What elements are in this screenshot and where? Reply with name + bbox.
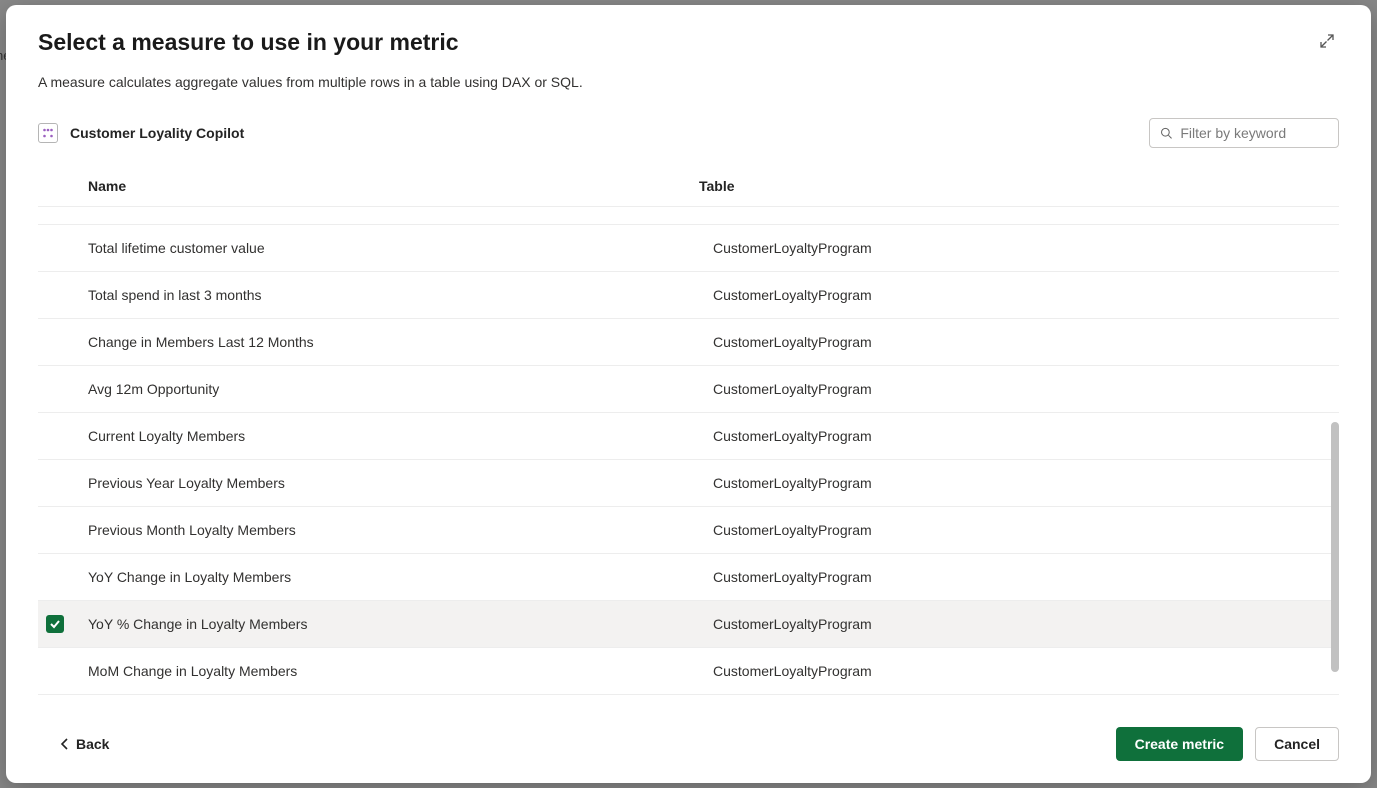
table-row[interactable]: Total lifetime customer valueCustomerLoy… <box>38 225 1339 272</box>
table-row[interactable] <box>38 207 1339 225</box>
dialog-subtitle: A measure calculates aggregate values fr… <box>6 56 1371 90</box>
table-row[interactable]: YoY Change in Loyalty MembersCustomerLoy… <box>38 554 1339 601</box>
measure-table: CustomerLoyaltyProgram <box>699 428 1339 444</box>
measure-name: MoM Change in Loyalty Members <box>88 663 699 679</box>
search-box[interactable] <box>1149 118 1339 148</box>
table-row[interactable]: Previous Year Loyalty MembersCustomerLoy… <box>38 460 1339 507</box>
table-row[interactable]: Current Loyalty MembersCustomerLoyaltyPr… <box>38 413 1339 460</box>
measure-name: Previous Month Loyalty Members <box>88 522 699 538</box>
measure-name: YoY Change in Loyalty Members <box>88 569 699 585</box>
measures-table: Name Table Total lifetime customer value… <box>38 168 1339 713</box>
scrollbar-thumb[interactable] <box>1331 422 1339 672</box>
model-chip: Customer Loyality Copilot <box>38 123 244 143</box>
semantic-model-icon <box>38 123 58 143</box>
dialog-title: Select a measure to use in your metric <box>38 29 459 56</box>
measure-table: CustomerLoyaltyProgram <box>699 616 1339 632</box>
table-row[interactable]: Previous Month Loyalty MembersCustomerLo… <box>38 507 1339 554</box>
measure-name: YoY % Change in Loyalty Members <box>88 616 699 632</box>
measure-table: CustomerLoyaltyProgram <box>699 569 1339 585</box>
toolbar: Customer Loyality Copilot <box>6 90 1371 148</box>
select-measure-dialog: Select a measure to use in your metric A… <box>6 5 1371 783</box>
measure-name: Previous Year Loyalty Members <box>88 475 699 491</box>
measure-name: Change in Members Last 12 Months <box>88 334 699 350</box>
dialog-footer: Back Create metric Cancel <box>6 713 1371 767</box>
table-body[interactable]: Total lifetime customer valueCustomerLoy… <box>38 207 1339 713</box>
back-button[interactable]: Back <box>38 730 113 758</box>
measure-name: Current Loyalty Members <box>88 428 699 444</box>
cancel-button[interactable]: Cancel <box>1255 727 1339 761</box>
measure-table: CustomerLoyaltyProgram <box>699 522 1339 538</box>
table-row[interactable]: Change in Members Last 12 MonthsCustomer… <box>38 319 1339 366</box>
table-row[interactable]: YoY % Change in Loyalty MembersCustomerL… <box>38 601 1339 648</box>
model-name: Customer Loyality Copilot <box>70 125 244 141</box>
table-header: Name Table <box>38 168 1339 207</box>
dialog-header: Select a measure to use in your metric <box>6 29 1371 56</box>
search-icon <box>1160 126 1172 140</box>
table-row[interactable]: MoM Change in Loyalty MembersCustomerLoy… <box>38 648 1339 695</box>
measure-table: CustomerLoyaltyProgram <box>699 334 1339 350</box>
create-metric-button[interactable]: Create metric <box>1116 727 1244 761</box>
column-header-name[interactable]: Name <box>88 178 699 194</box>
measure-table: CustomerLoyaltyProgram <box>699 475 1339 491</box>
measure-table: CustomerLoyaltyProgram <box>699 663 1339 679</box>
expand-icon <box>1319 33 1335 49</box>
back-label: Back <box>76 736 109 752</box>
chevron-left-icon <box>60 738 70 750</box>
measure-table: CustomerLoyaltyProgram <box>699 287 1339 303</box>
measure-table: CustomerLoyaltyProgram <box>699 381 1339 397</box>
column-header-table[interactable]: Table <box>699 178 1339 194</box>
measure-name: Avg 12m Opportunity <box>88 381 699 397</box>
measure-name: Total spend in last 3 months <box>88 287 699 303</box>
table-row[interactable]: Total spend in last 3 monthsCustomerLoya… <box>38 272 1339 319</box>
table-row[interactable]: Avg 12m OpportunityCustomerLoyaltyProgra… <box>38 366 1339 413</box>
measure-table: CustomerLoyaltyProgram <box>699 240 1339 256</box>
search-input[interactable] <box>1180 125 1328 141</box>
row-checkbox[interactable] <box>46 615 64 633</box>
expand-button[interactable] <box>1315 29 1339 56</box>
measure-name: Total lifetime customer value <box>88 240 699 256</box>
